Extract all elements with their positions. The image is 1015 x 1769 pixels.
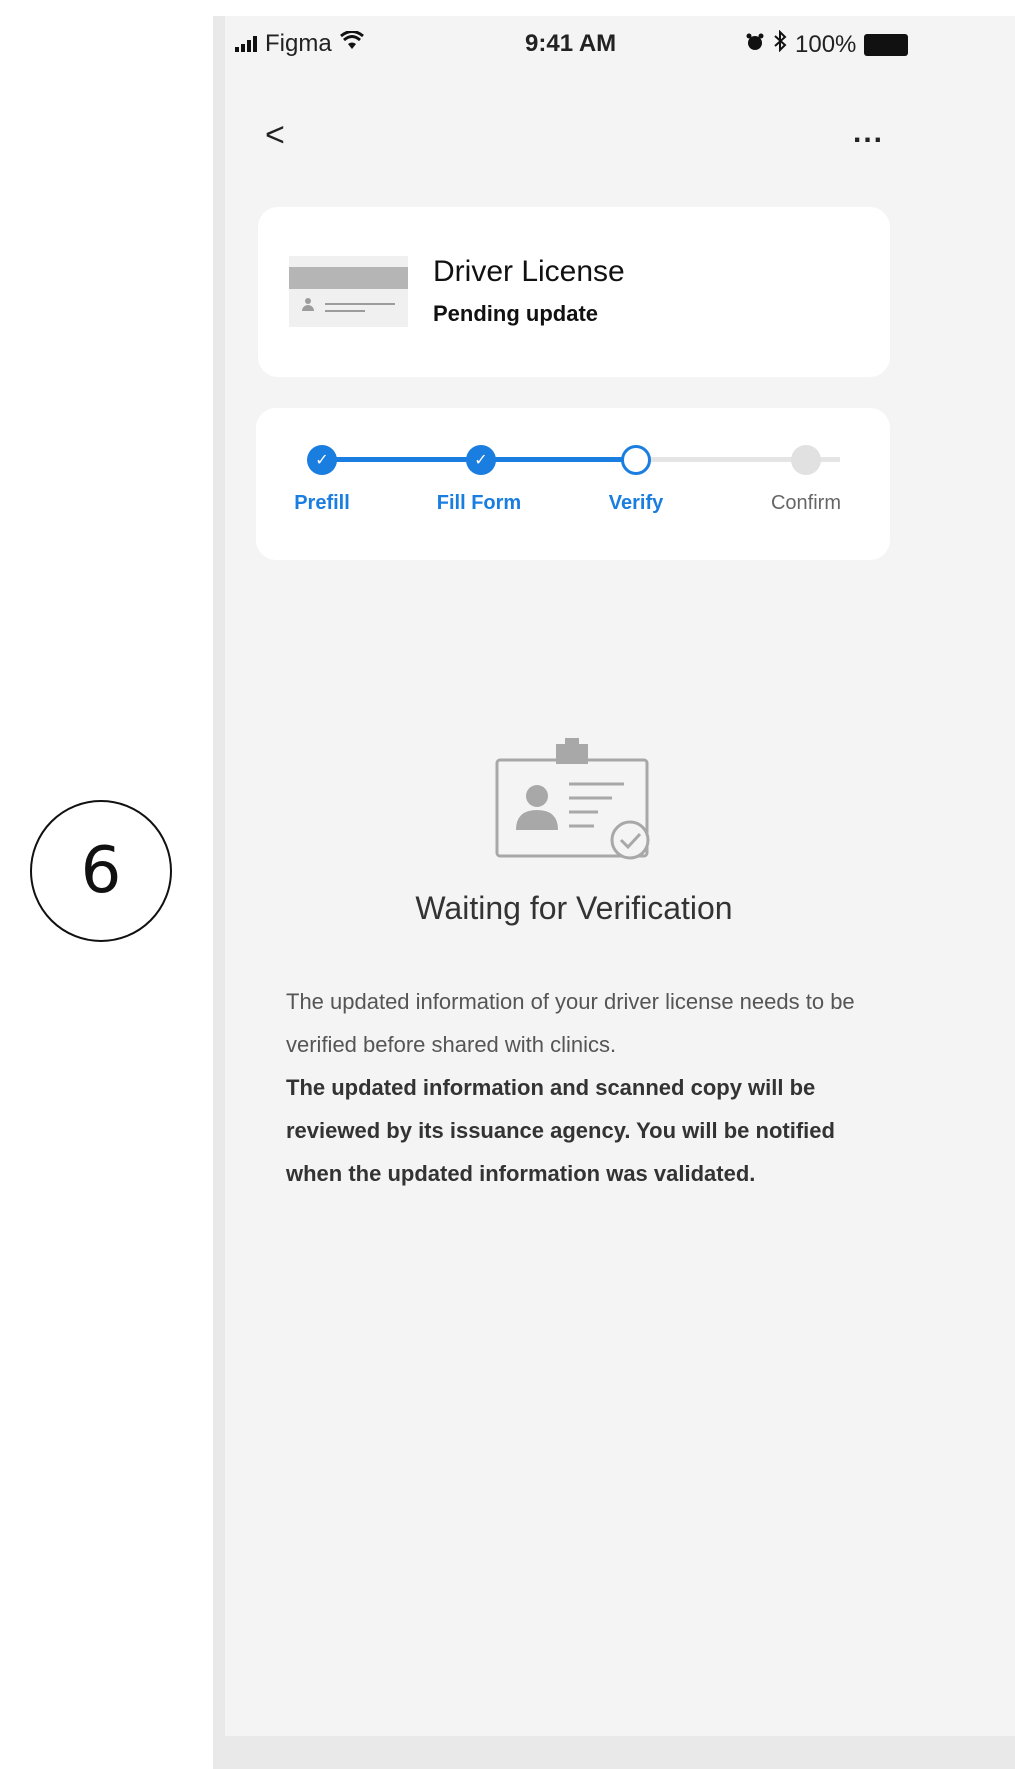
step-prefill-dot: ✓ [307,445,337,475]
progress-track [322,457,840,462]
status-time: 9:41 AM [525,30,617,57]
document-card[interactable]: Driver License Pending update [258,207,890,377]
status-bar-right: 100% [745,29,909,59]
app-screen: Figma 9:41 AM 100% < ... Driver License … [225,16,1015,1736]
status-bar: Figma 9:41 AM 100% [225,16,1015,76]
back-button[interactable]: < [265,116,285,155]
id-card-verification-icon [494,736,654,866]
license-thumbnail-icon [289,256,408,327]
step-label-confirm: Confirm [770,492,842,514]
step-number-badge: 6 [30,800,172,942]
document-status: Pending update [433,301,598,326]
battery-icon [864,33,909,56]
step-label-fill-form: Fill Form [436,492,522,514]
battery-percent: 100% [795,30,857,58]
status-bar-left: Figma [235,30,364,58]
description-text: The updated information of your driver l… [286,989,855,1057]
step-confirm-dot [791,445,821,475]
description-bold-text: The updated information and scanned copy… [286,1075,835,1186]
carrier-name: Figma [265,30,332,57]
bluetooth-icon [773,29,787,59]
step-label-prefill: Prefill [294,492,350,514]
verification-title: Waiting for Verification [415,890,733,926]
document-title: Driver License [433,255,625,288]
step-fill-form-dot: ✓ [466,445,496,475]
step-label-verify: Verify [608,492,664,514]
progress-stepper: ✓ ✓ Prefill Fill Form Verify Confirm [256,408,890,560]
signal-icon [235,36,257,52]
alarm-icon [745,31,765,59]
wifi-icon [339,30,364,58]
step-verify-dot [621,445,651,475]
verification-description: The updated information of your driver l… [286,980,876,1195]
more-options-button[interactable]: ... [853,116,884,150]
